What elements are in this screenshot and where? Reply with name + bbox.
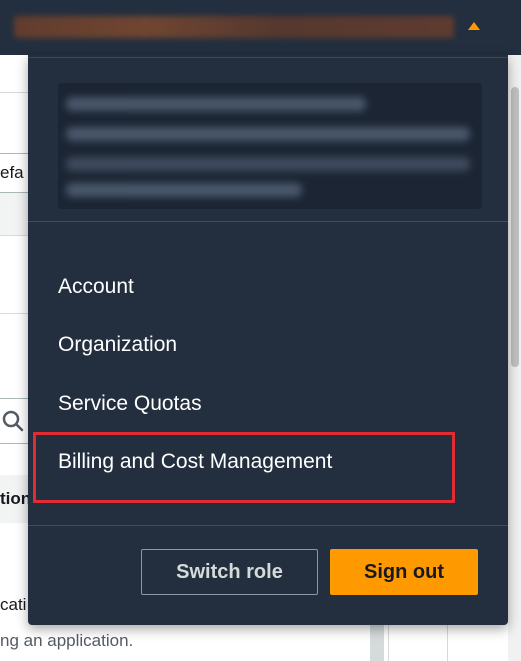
scrollbar-thumb[interactable] xyxy=(511,87,519,367)
background-input[interactable]: efa xyxy=(0,153,31,193)
account-info-redacted xyxy=(58,83,482,209)
divider xyxy=(28,57,508,58)
top-navbar xyxy=(0,0,521,55)
page-scrollbar[interactable] xyxy=(508,55,521,661)
account-menu-trigger-redacted[interactable] xyxy=(14,16,454,38)
divider xyxy=(28,525,508,526)
divider xyxy=(0,92,30,93)
background-search-input[interactable] xyxy=(0,398,31,444)
background-text: cati xyxy=(0,595,27,614)
divider xyxy=(28,221,508,222)
aws-console-screen: efa tion cati ng an application. Account… xyxy=(0,0,521,661)
background-scrollbar[interactable] xyxy=(370,620,384,661)
divider xyxy=(0,235,30,236)
menu-item-organization[interactable]: Organization xyxy=(58,333,177,357)
background-description: ng an application. xyxy=(0,631,134,650)
switch-role-button[interactable]: Switch role xyxy=(141,549,318,595)
background-column-header-text: tion xyxy=(0,489,30,508)
background-panel xyxy=(388,620,448,661)
background-input-text: efa xyxy=(0,163,24,182)
background-band xyxy=(0,193,30,235)
caret-up-icon[interactable] xyxy=(468,22,480,30)
background-column-header: tion xyxy=(0,475,30,523)
menu-item-account[interactable]: Account xyxy=(58,275,134,299)
menu-item-service-quotas[interactable]: Service Quotas xyxy=(58,392,202,416)
account-dropdown-menu: Account Organization Service Quotas Bill… xyxy=(28,55,508,625)
sign-out-button[interactable]: Sign out xyxy=(330,549,478,595)
search-icon xyxy=(2,410,24,432)
menu-item-billing[interactable]: Billing and Cost Management xyxy=(58,450,332,474)
divider xyxy=(0,313,30,314)
